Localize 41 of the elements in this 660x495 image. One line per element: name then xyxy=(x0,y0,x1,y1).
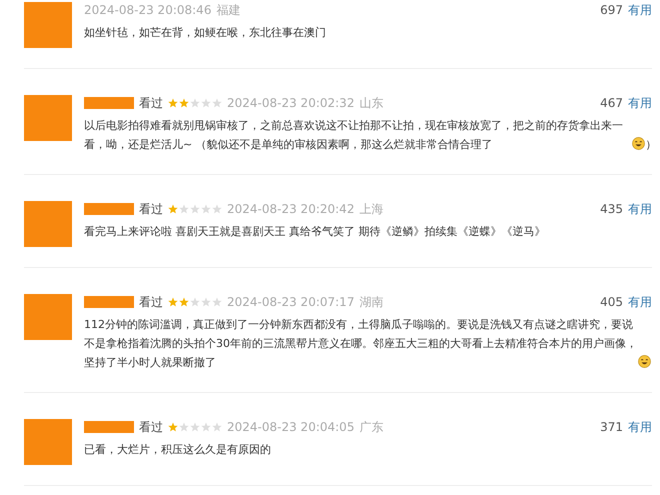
vote-count: 371 xyxy=(600,420,623,434)
vote-count: 435 xyxy=(600,202,623,216)
review-text: 以后电影拍得难看就别甩锅审核了，之前总喜欢说这不让拍那不让拍，现在审核放宽了，把之前的存货拿出来一看，呦，还是烂活儿~ （貌似还不是单纯的审核因素啊，那这么烂就非常合情合理了 xyxy=(84,118,624,153)
watched-label: 看过 xyxy=(139,200,163,218)
watched-label: 看过 xyxy=(139,294,163,310)
review-time: 2024-08-23 20:08:46 xyxy=(84,3,212,17)
laughing-face-icon xyxy=(638,355,651,368)
avatar-redaction xyxy=(24,294,72,340)
useful-link[interactable]: 有用 xyxy=(628,294,652,310)
avatar-redaction xyxy=(24,201,72,247)
review-text: ） xyxy=(646,137,652,153)
review-text: 看完马上来评论啦 喜剧天王就是喜剧天王 真给爷气笑了 期待《逆鳞》拍续集《逆蝶》《逆马》 xyxy=(84,224,546,240)
useful-link[interactable]: 有用 xyxy=(628,2,652,18)
vote-count: 405 xyxy=(600,295,623,309)
avatar-redaction xyxy=(24,95,72,141)
useful-link[interactable]: 有用 xyxy=(628,418,652,436)
laughing-face-icon xyxy=(632,137,645,150)
useful-link[interactable]: 有用 xyxy=(628,200,652,218)
watched-label: 看过 xyxy=(139,418,163,436)
review-time: 2024-08-23 20:02:32 xyxy=(227,96,354,110)
review-region: 广东 xyxy=(359,418,384,436)
review-time: 2024-08-23 20:20:42 xyxy=(227,202,354,216)
avatar-redaction xyxy=(24,419,72,465)
vote-count: 467 xyxy=(600,96,623,110)
review-region: 上海 xyxy=(359,200,384,218)
review-time: 2024-08-23 20:07:17 xyxy=(227,295,354,309)
review-region: 湖南 xyxy=(359,294,384,310)
name-redaction xyxy=(84,296,134,308)
review-text: 112分钟的陈词滥调，真正做到了一分钟新东西都没有，土得脑瓜子嗡嗡的。要说是洗钱又有点谜之瞎讲究，要说不是拿枪指着沈腾的头拍个30年前的三流黑帮片意义在哪。邻座五大三粗的大哥看上去精准符合本片的用户画像，坚持了半小时人就果断撤了 xyxy=(84,317,637,371)
review-region: 山东 xyxy=(359,94,384,112)
avatar-redaction xyxy=(24,2,72,48)
watched-label: 看过 xyxy=(139,94,163,112)
review-region: 福建 xyxy=(216,2,240,18)
review-text: 已看，大烂片，积压这么久是有原因的 xyxy=(84,442,271,458)
name-redaction xyxy=(84,421,134,433)
review-text: 如坐针毡，如芒在背，如鲠在喉，东北往事在澳门 xyxy=(84,25,326,41)
useful-link[interactable]: 有用 xyxy=(628,94,652,112)
vote-count: 697 xyxy=(600,3,623,17)
name-redaction xyxy=(84,203,134,215)
review-time: 2024-08-23 20:04:05 xyxy=(227,420,354,434)
name-redaction xyxy=(84,97,134,109)
